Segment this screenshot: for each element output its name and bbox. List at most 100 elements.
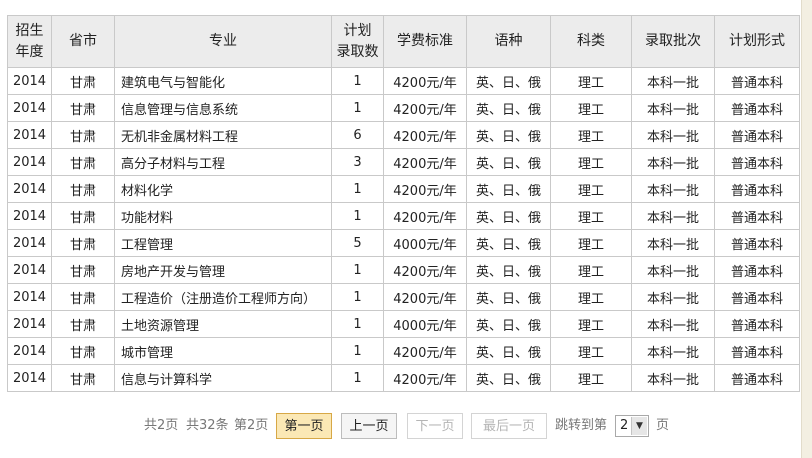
table-row: 2014 甘肃 高分子材料与工程 3 4200元/年 英、日、俄 理工 本科一批 普通本科 (7, 148, 800, 176)
cell-batch: 本科一批 (631, 94, 715, 122)
first-page-button[interactable]: 第一页 (276, 413, 332, 439)
pagination-bar: 共2页 共32条 第2页 第一页 上一页 下一页 最后一页 跳转到第 2 ▼ 页 (0, 413, 812, 441)
cell-batch: 本科一批 (631, 148, 715, 176)
cell-batch: 本科一批 (631, 337, 715, 365)
next-page-button[interactable]: 下一页 (407, 413, 463, 439)
cell-language: 英、日、俄 (466, 121, 551, 149)
cell-category: 理工 (550, 256, 632, 284)
cell-plan-count: 1 (331, 364, 384, 392)
cell-tuition: 4200元/年 (383, 67, 467, 95)
cell-language: 英、日、俄 (466, 229, 551, 257)
cell-batch: 本科一批 (631, 256, 715, 284)
cell-category: 理工 (550, 202, 632, 230)
cell-plan-type: 普通本科 (714, 337, 800, 365)
cell-major: 信息管理与信息系统 (114, 94, 332, 122)
cell-plan-type: 普通本科 (714, 94, 800, 122)
table-header-row: 招生 年度 省市 专业 计划 录取数 学费标准 语种 科类 录取批次 计划形式 (7, 15, 800, 68)
cell-language: 英、日、俄 (466, 337, 551, 365)
header-language: 语种 (466, 15, 551, 68)
chevron-down-icon[interactable]: ▼ (631, 417, 647, 435)
cell-major: 土地资源管理 (114, 310, 332, 338)
cell-province: 甘肃 (51, 148, 115, 176)
cell-category: 理工 (550, 67, 632, 95)
page-select-value: 2 (620, 418, 629, 433)
cell-plan-count: 1 (331, 67, 384, 95)
page-select[interactable]: 2 ▼ (615, 415, 649, 437)
cell-category: 理工 (550, 175, 632, 203)
cell-batch: 本科一批 (631, 283, 715, 311)
cell-province: 甘肃 (51, 310, 115, 338)
cell-province: 甘肃 (51, 283, 115, 311)
header-plan-type: 计划形式 (714, 15, 800, 68)
total-pages-text: 共2页 (144, 418, 179, 433)
table-row: 2014 甘肃 建筑电气与智能化 1 4200元/年 英、日、俄 理工 本科一批 普通本科 (7, 67, 800, 95)
cell-language: 英、日、俄 (466, 94, 551, 122)
cell-tuition: 4200元/年 (383, 364, 467, 392)
cell-province: 甘肃 (51, 121, 115, 149)
prev-page-button[interactable]: 上一页 (341, 413, 397, 439)
header-batch: 录取批次 (631, 15, 715, 68)
header-year: 招生 年度 (7, 15, 52, 68)
table-row: 2014 甘肃 工程管理 5 4000元/年 英、日、俄 理工 本科一批 普通本科 (7, 229, 800, 257)
cell-year: 2014 (7, 202, 52, 230)
cell-major: 信息与计算科学 (114, 364, 332, 392)
cell-province: 甘肃 (51, 202, 115, 230)
cell-language: 英、日、俄 (466, 67, 551, 95)
cell-major: 房地产开发与管理 (114, 256, 332, 284)
cell-major: 工程造价（注册造价工程师方向） (114, 283, 332, 311)
cell-batch: 本科一批 (631, 229, 715, 257)
cell-tuition: 4200元/年 (383, 256, 467, 284)
cell-plan-type: 普通本科 (714, 283, 800, 311)
cell-category: 理工 (550, 229, 632, 257)
cell-year: 2014 (7, 283, 52, 311)
right-edge-strip (801, 0, 812, 458)
cell-province: 甘肃 (51, 364, 115, 392)
cell-province: 甘肃 (51, 175, 115, 203)
cell-major: 工程管理 (114, 229, 332, 257)
cell-plan-type: 普通本科 (714, 202, 800, 230)
cell-plan-type: 普通本科 (714, 121, 800, 149)
cell-plan-count: 1 (331, 256, 384, 284)
cell-language: 英、日、俄 (466, 364, 551, 392)
cell-year: 2014 (7, 364, 52, 392)
cell-plan-count: 1 (331, 310, 384, 338)
cell-batch: 本科一批 (631, 310, 715, 338)
total-items-text: 共32条 (186, 418, 229, 433)
cell-tuition: 4200元/年 (383, 94, 467, 122)
cell-year: 2014 (7, 310, 52, 338)
cell-plan-type: 普通本科 (714, 364, 800, 392)
cell-major: 建筑电气与智能化 (114, 67, 332, 95)
cell-province: 甘肃 (51, 256, 115, 284)
cell-plan-type: 普通本科 (714, 175, 800, 203)
cell-major: 材料化学 (114, 175, 332, 203)
last-page-button[interactable]: 最后一页 (471, 413, 547, 439)
cell-plan-count: 1 (331, 337, 384, 365)
cell-batch: 本科一批 (631, 202, 715, 230)
table-row: 2014 甘肃 土地资源管理 1 4000元/年 英、日、俄 理工 本科一批 普通本科 (7, 310, 800, 338)
cell-category: 理工 (550, 283, 632, 311)
cell-batch: 本科一批 (631, 67, 715, 95)
cell-major: 无机非金属材料工程 (114, 121, 332, 149)
cell-plan-count: 5 (331, 229, 384, 257)
cell-year: 2014 (7, 175, 52, 203)
table-body: 2014 甘肃 建筑电气与智能化 1 4200元/年 英、日、俄 理工 本科一批 普通本科 201… (7, 67, 800, 392)
cell-batch: 本科一批 (631, 121, 715, 149)
header-tuition: 学费标准 (383, 15, 467, 68)
cell-plan-type: 普通本科 (714, 229, 800, 257)
table-row: 2014 甘肃 无机非金属材料工程 6 4200元/年 英、日、俄 理工 本科一批 普通本科 (7, 121, 800, 149)
cell-category: 理工 (550, 148, 632, 176)
cell-plan-count: 1 (331, 202, 384, 230)
cell-major: 高分子材料与工程 (114, 148, 332, 176)
cell-plan-count: 1 (331, 94, 384, 122)
cell-category: 理工 (550, 364, 632, 392)
cell-province: 甘肃 (51, 337, 115, 365)
table-row: 2014 甘肃 信息与计算科学 1 4200元/年 英、日、俄 理工 本科一批 普通本科 (7, 364, 800, 392)
cell-category: 理工 (550, 310, 632, 338)
cell-year: 2014 (7, 256, 52, 284)
cell-language: 英、日、俄 (466, 256, 551, 284)
cell-year: 2014 (7, 148, 52, 176)
cell-year: 2014 (7, 337, 52, 365)
jump-to-label: 跳转到第 (555, 418, 608, 433)
cell-language: 英、日、俄 (466, 202, 551, 230)
cell-category: 理工 (550, 121, 632, 149)
